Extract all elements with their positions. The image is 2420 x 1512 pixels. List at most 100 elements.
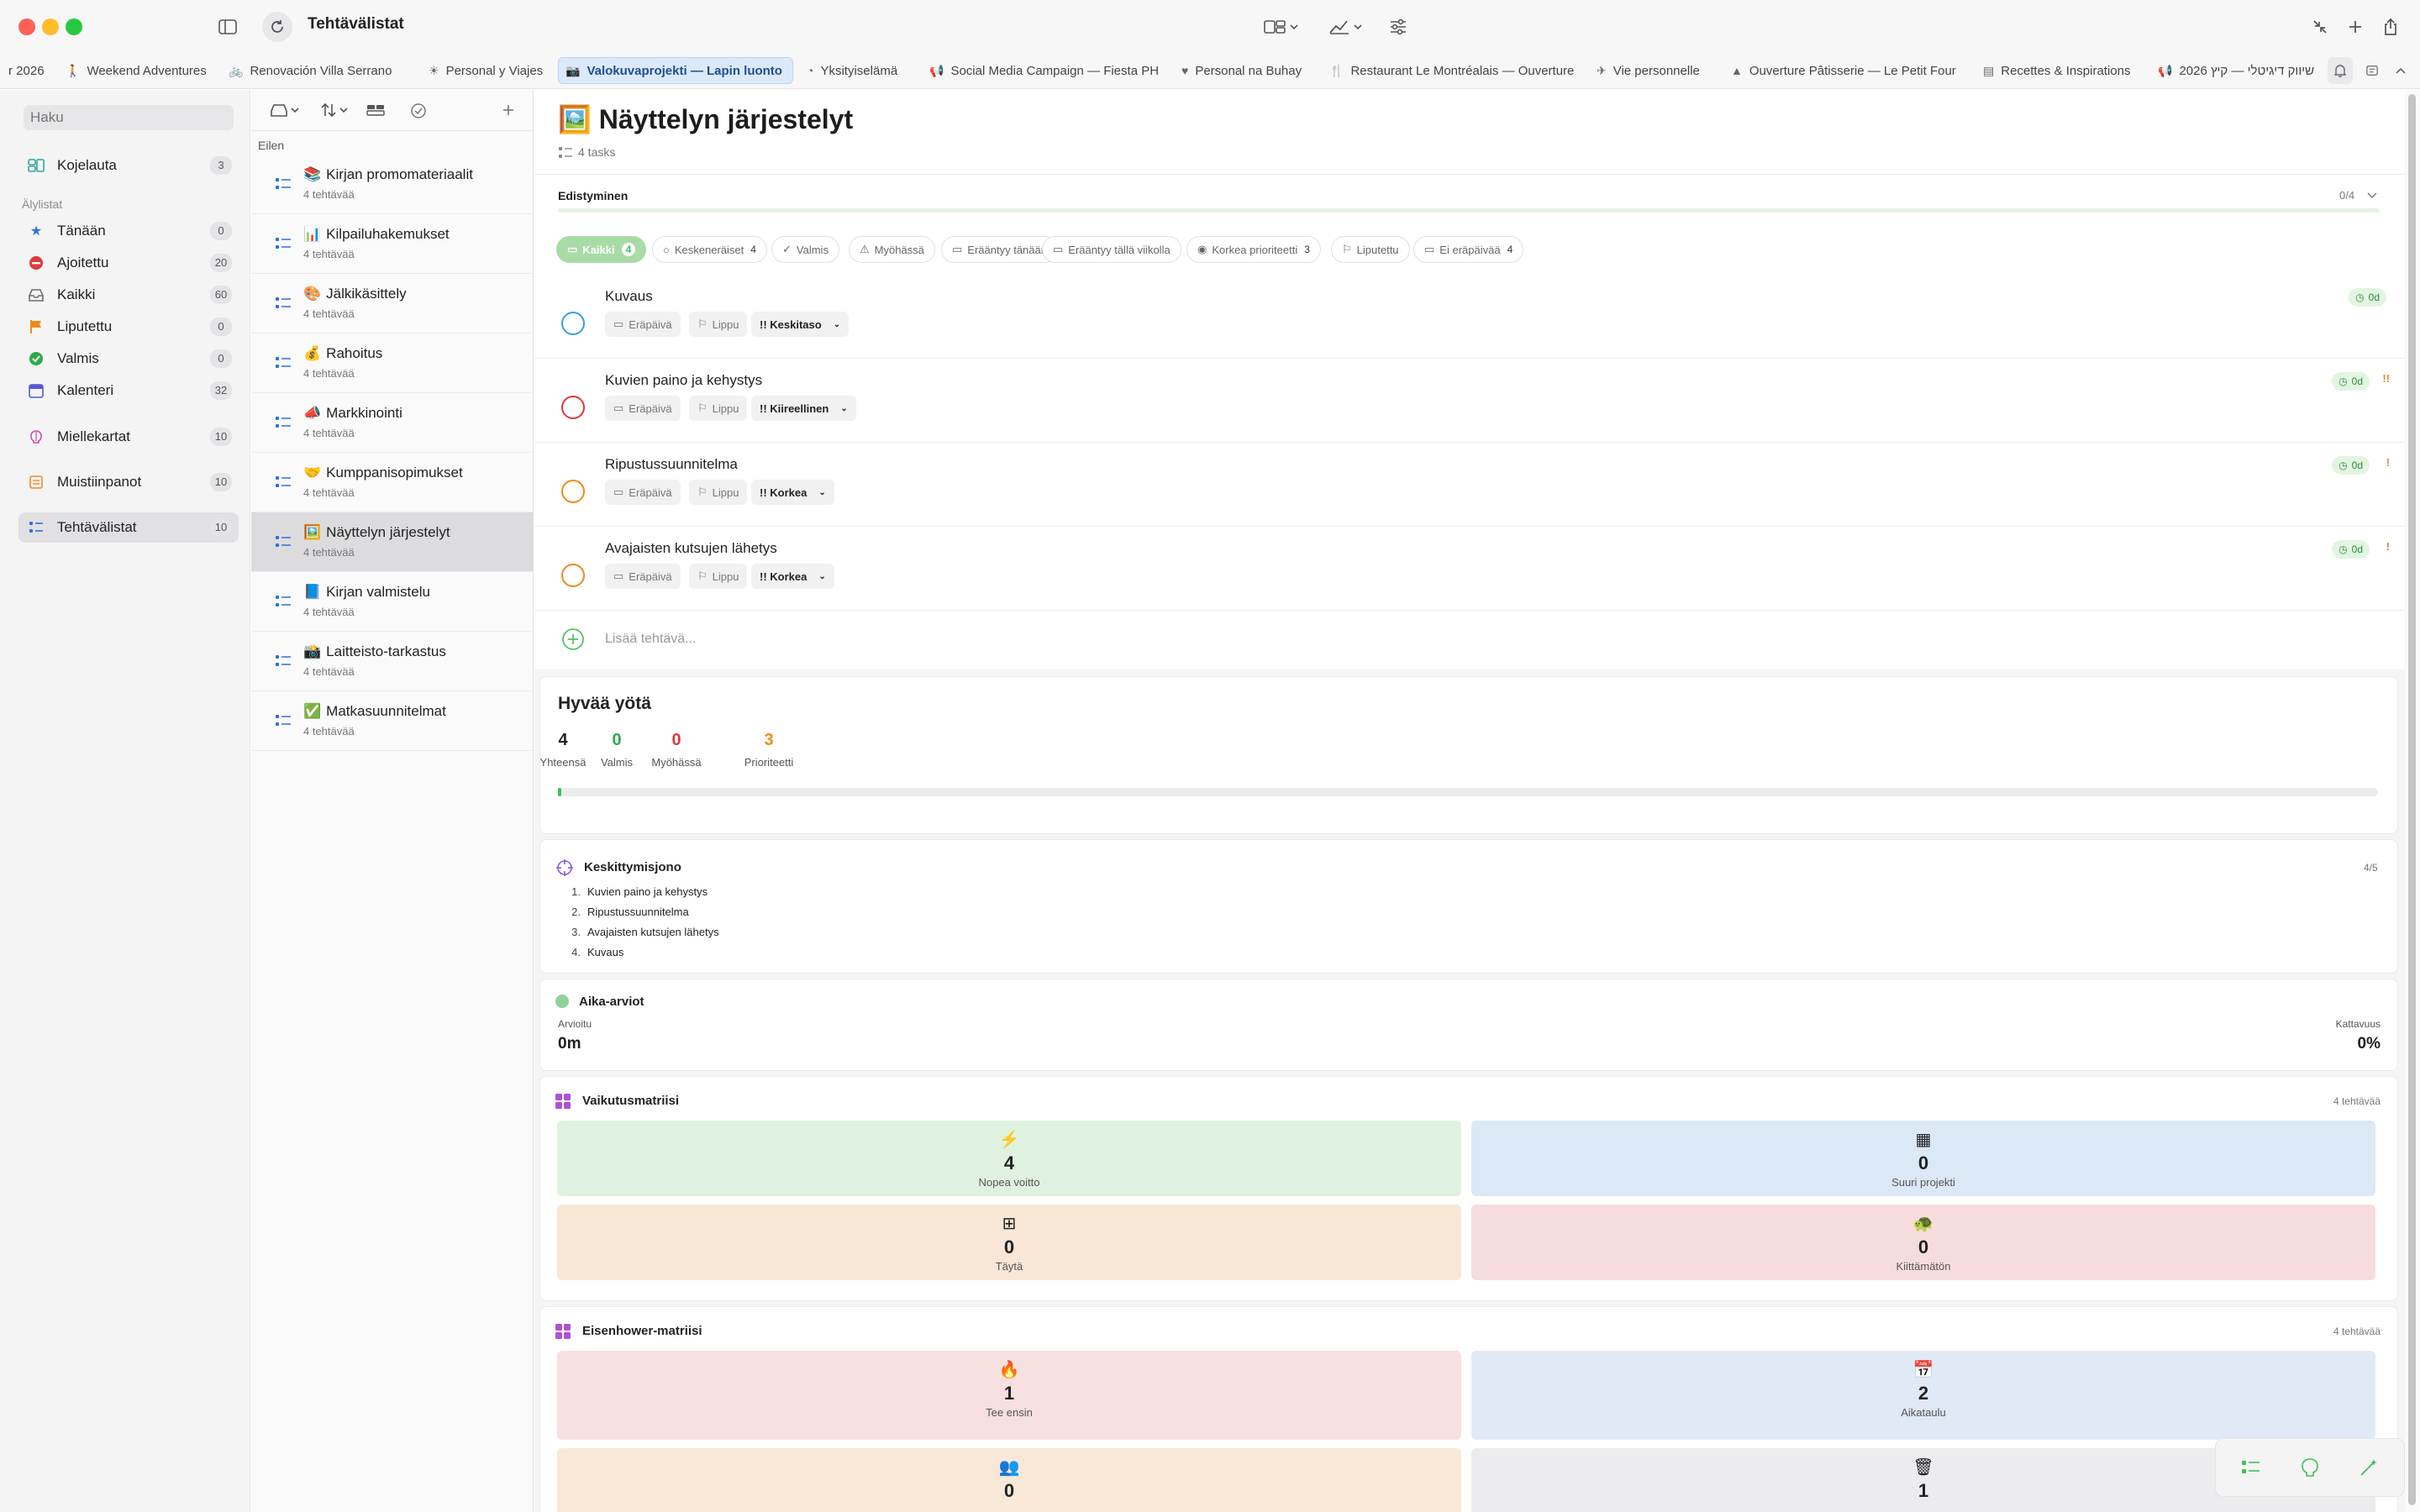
tasklist-item[interactable]: 📊 Kilpailuhakemukset 4 tehtävää (251, 214, 534, 274)
task-checkbox[interactable] (561, 396, 585, 419)
layout-menu-icon[interactable] (1260, 12, 1302, 42)
tab-8[interactable]: 🍴 Restaurant Le Montréalais — Ouverture (1323, 57, 1581, 84)
filter-chip[interactable]: ✓ Valmis (771, 236, 839, 263)
group-view-icon[interactable] (366, 102, 386, 123)
estimated-label: Arvioitu (558, 1018, 592, 1030)
minimize-window-button[interactable] (42, 18, 59, 35)
tasklist-item[interactable]: 📘 Kirjan valmistelu 4 tehtävää (251, 572, 534, 632)
share-icon[interactable] (2378, 12, 2403, 42)
tab-10[interactable]: ▲ Ouverture Pâtisserie — Le Petit Four (1724, 57, 1963, 84)
sidebar-item-flagged[interactable]: Liputettu 0 (18, 312, 239, 342)
task-row[interactable]: Ripustussuunnitelma ▭ Eräpäivä ⚐ Lippu !! Kor… (534, 443, 2405, 527)
flag-button[interactable]: ⚐ Lippu (689, 564, 748, 589)
tasklist-item[interactable]: 🎨 Jälkikäsittely 4 tehtävää (251, 274, 534, 333)
zoom-window-button[interactable] (66, 18, 82, 35)
due-date-button[interactable]: ▭ Eräpäivä (605, 480, 681, 505)
tab-11[interactable]: ▤ Recettes & Inspirations (1976, 57, 2137, 84)
sidebar-item-calendar[interactable]: Kalenteri 32 (18, 375, 239, 406)
task-checkbox[interactable] (561, 480, 585, 503)
chevron-down-icon[interactable] (2366, 189, 2378, 204)
search-input[interactable] (24, 105, 234, 130)
tasklist-item[interactable]: 🖼️ Näyttelyn järjestelyt 4 tehtävää (251, 512, 534, 572)
filter-chip[interactable]: ⚐ Liputettu (1331, 236, 1410, 263)
tab-4[interactable]: 📷 Valokuvaprojekti — Lapin luonto (558, 57, 793, 84)
due-date-button[interactable]: ▭ Eräpäivä (605, 396, 681, 421)
task-row[interactable]: Kuvaus ▭ Eräpäivä ⚐ Lippu !! Keskitaso ⌄ ◷ 0d (534, 275, 2405, 359)
priority-select[interactable]: !! Korkea ⌄ (751, 480, 834, 505)
add-list-icon[interactable] (500, 102, 517, 123)
tasklist-item[interactable]: 📸 Laitteisto-tarkastus 4 tehtävää (251, 632, 534, 691)
new-task-icon[interactable] (2241, 1459, 2261, 1482)
bell-icon[interactable] (2328, 57, 2353, 84)
chart-menu-icon[interactable] (1326, 12, 1368, 42)
collapse-icon[interactable] (2307, 12, 2333, 42)
task-checkbox[interactable] (561, 312, 585, 335)
eisenhower-cell[interactable]: 📅 2 Aikataulu (1471, 1351, 2375, 1440)
task-checkbox[interactable] (561, 564, 585, 587)
flag-button[interactable]: ⚐ Lippu (689, 396, 748, 421)
sync-icon[interactable] (262, 12, 292, 42)
task-row[interactable]: Avajaisten kutsujen lähetys ▭ Eräpäivä ⚐ Lip… (534, 527, 2405, 611)
scrollbar-thumb[interactable] (2408, 94, 2416, 1505)
focus-item[interactable]: Ripustussuunnitelma (587, 906, 689, 918)
tasklist-item[interactable]: 🤝 Kumppanisopimukset 4 tehtävää (251, 453, 534, 512)
flag-button[interactable]: ⚐ Lippu (689, 480, 748, 505)
filter-chip[interactable]: ○ Keskeneräiset 4 (652, 236, 767, 263)
filter-chip[interactable]: ▭ Kaikki 4 (556, 236, 647, 263)
sidebar-item-scheduled[interactable]: Ajoitettu 20 (18, 248, 239, 278)
impact-cell[interactable]: ▦ 0 Suuri projekti (1471, 1121, 2375, 1196)
tasklist-item[interactable]: 📣 Markkinointi 4 tehtävää (251, 393, 534, 453)
focus-item[interactable]: Kuvien paino ja kehystys (587, 885, 708, 898)
due-date-button[interactable]: ▭ Eräpäivä (605, 564, 681, 589)
sidebar-item-dashboard[interactable]: Kojelauta 3 (18, 150, 239, 181)
filter-chip[interactable]: ⚠ Myöhässä (849, 236, 935, 263)
sidebar-item-tasklists[interactable]: Tehtävälistat 10 (18, 512, 239, 543)
filter-chip[interactable]: ▭ Erääntyy tällä viikolla (1042, 236, 1181, 263)
tab-9[interactable]: ✈ Vie personnelle (1590, 57, 1707, 84)
focus-item[interactable]: Avajaisten kutsujen lähetys (587, 926, 719, 938)
tab-6[interactable]: 📢 Social Media Campaign — Fiesta PH (923, 57, 1165, 84)
tab-12[interactable]: 📢 שיווק דיגיטלי — קיץ 2026 (2151, 57, 2319, 84)
impact-cell[interactable]: ⊞ 0 Täytä (557, 1205, 1461, 1280)
chevron-up-icon[interactable] (2388, 57, 2413, 84)
sidebar-toggle-icon[interactable] (215, 12, 240, 42)
add-icon[interactable] (2343, 12, 2368, 42)
tab-5[interactable]: ◔ Yksityiselämä (800, 57, 904, 84)
tasklist-item[interactable]: 📚 Kirjan promomateriaalit 4 tehtävää (251, 155, 534, 214)
tasklist-item[interactable]: 💰 Rahoitus 4 tehtävää (251, 333, 534, 393)
tab-overview-icon[interactable] (2360, 57, 2385, 84)
tab-0[interactable]: r 2026 (0, 57, 51, 84)
filter-chip[interactable]: ▭ Ei eräpäivää 4 (1413, 236, 1524, 263)
eisenhower-cell[interactable]: 🔥 1 Tee ensin (557, 1351, 1461, 1440)
brain-icon[interactable] (2300, 1457, 2320, 1483)
sidebar-item-notes[interactable]: Muistiinpanot 10 (18, 467, 239, 497)
eisenhower-cell[interactable]: 👥 0 (557, 1448, 1461, 1512)
close-window-button[interactable] (18, 18, 35, 35)
priority-select[interactable]: !! Korkea ⌄ (751, 564, 834, 589)
task-row[interactable]: Kuvien paino ja kehystys ▭ Eräpäivä ⚐ Lippu!… (534, 359, 2405, 443)
due-date-button[interactable]: ▭ Eräpäivä (605, 312, 681, 337)
tasklist-item[interactable]: ✅ Matkasuunnitelmat 4 tehtävää (251, 691, 534, 751)
settings-sliders-icon[interactable] (1383, 12, 1413, 42)
flag-button[interactable]: ⚐ Lippu (689, 312, 748, 337)
filter-chip[interactable]: ◉ Korkea prioriteetti 3 (1186, 236, 1321, 263)
focus-item[interactable]: Kuvaus (587, 946, 623, 958)
check-circle-icon[interactable] (409, 102, 428, 124)
tab-3[interactable]: ☀ Personal y Viajes (422, 57, 550, 84)
tab-7[interactable]: ♥ Personal na Buhay (1175, 57, 1308, 84)
impact-cell[interactable]: 🐢 0 Kiittämätön (1471, 1205, 2375, 1280)
sort-icon[interactable] (320, 102, 350, 123)
filter-chip[interactable]: ▭ Erääntyy tänään (941, 236, 1058, 263)
tab-2[interactable]: 🚲 Renovación Villa Serrano (222, 57, 398, 84)
sidebar-item-mindmaps[interactable]: Miellekartat 10 (18, 422, 239, 452)
sidebar-item-done[interactable]: Valmis 0 (18, 344, 239, 374)
priority-select[interactable]: !! Kiireellinen ⌄ (751, 396, 856, 421)
priority-select[interactable]: !! Keskitaso ⌄ (751, 312, 850, 337)
impact-cell[interactable]: ⚡ 4 Nopea voitto (557, 1121, 1461, 1196)
tab-1[interactable]: 🚶 Weekend Adventures (59, 57, 213, 84)
magic-wand-icon[interactable] (2359, 1457, 2379, 1482)
add-task-row[interactable]: Lisää tehtävä... (534, 611, 2405, 669)
sidebar-item-all[interactable]: Kaikki 60 (18, 280, 239, 310)
sidebar-item-today[interactable]: ★ Tänään 0 (18, 216, 239, 246)
inbox-filter-icon[interactable] (270, 102, 300, 123)
